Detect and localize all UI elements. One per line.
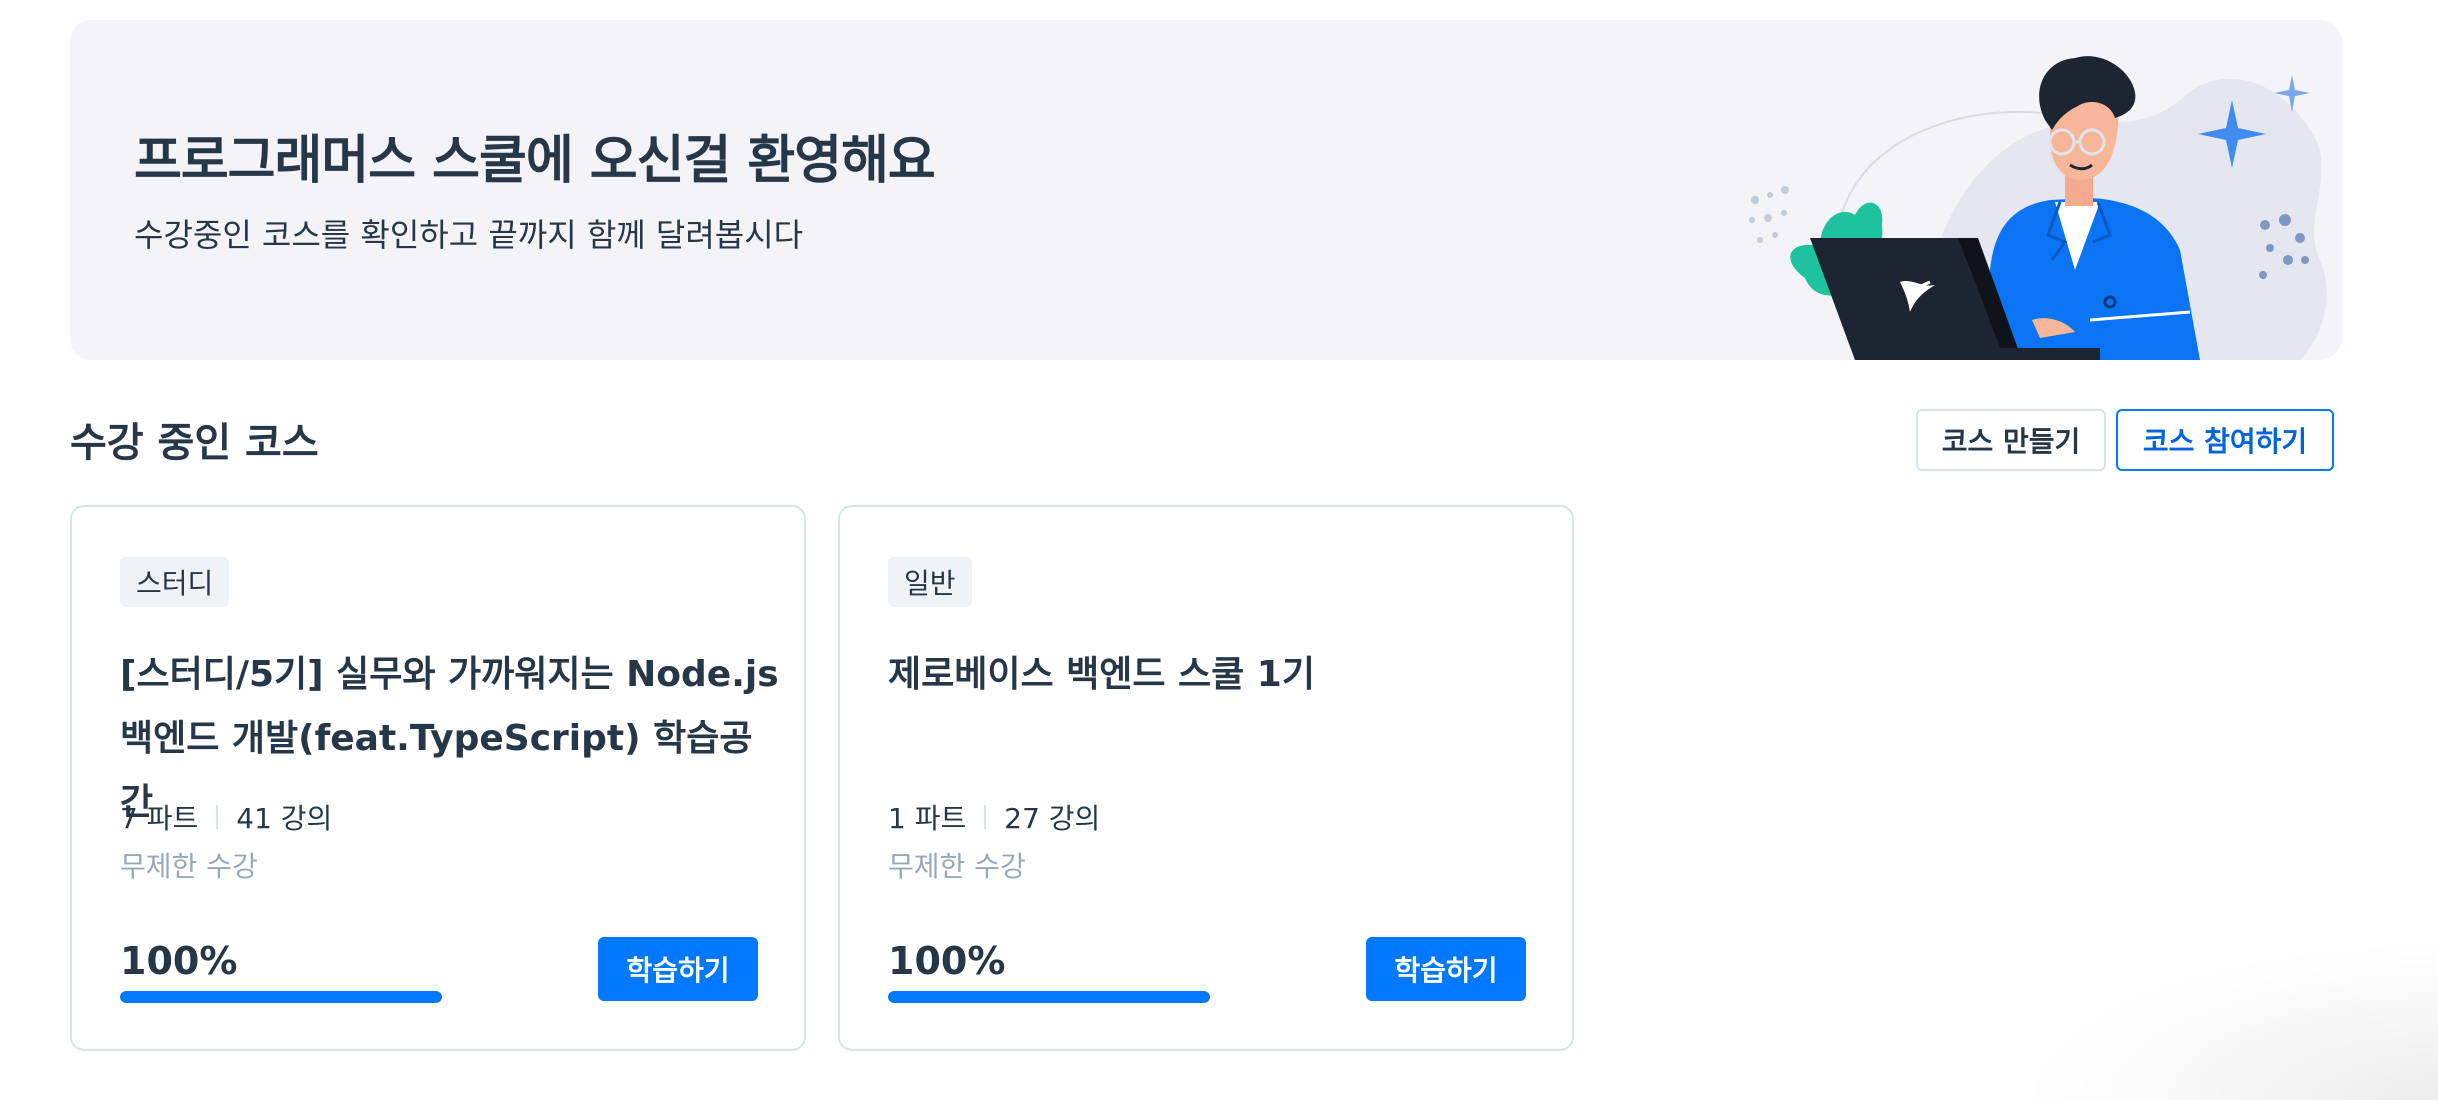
developer-illustration [1749, 56, 2327, 360]
course-tag: 스터디 [120, 557, 230, 607]
meta-divider [216, 805, 219, 829]
lecture-count: 41 강의 [236, 802, 333, 835]
course-meta: 7 파트 41 강의 [120, 797, 332, 837]
study-button[interactable]: 학습하기 [598, 937, 758, 1001]
course-term: 무제한 수강 [120, 850, 258, 883]
study-button[interactable]: 학습하기 [1366, 937, 1526, 1001]
progress-bar [888, 991, 1210, 1003]
join-course-button[interactable]: 코스 참여하기 [2116, 409, 2334, 471]
banner-title: 프로그래머스 스쿨에 오신걸 환영해요 [134, 131, 936, 191]
corner-shadow [2018, 940, 2438, 1100]
progress-percent: 100% [120, 939, 238, 983]
progress-bar [120, 991, 442, 1003]
progress-bar-fill [888, 991, 1210, 1003]
create-course-button[interactable]: 코스 만들기 [1916, 409, 2106, 471]
progress-percent: 100% [888, 939, 1006, 983]
part-count: 7 파트 [120, 802, 199, 835]
course-card[interactable]: 스터디 [스터디/5기] 실무와 가까워지는 Node.js 백엔드 개발(fe… [70, 505, 806, 1051]
course-title[interactable]: 제로베이스 백엔드 스쿨 1기 [888, 643, 1548, 707]
banner-subtitle: 수강중인 코스를 확인하고 끝까지 함께 달려봅시다 [134, 216, 804, 254]
course-meta: 1 파트 27 강의 [888, 797, 1100, 837]
meta-divider [984, 805, 987, 829]
lecture-count: 27 강의 [1004, 802, 1101, 835]
section-title: 수강 중인 코스 [70, 420, 319, 466]
course-card[interactable]: 일반 제로베이스 백엔드 스쿨 1기 1 파트 27 강의 무제한 수강 100… [838, 505, 1574, 1051]
course-tag: 일반 [888, 557, 972, 607]
part-count: 1 파트 [888, 802, 967, 835]
course-term: 무제한 수강 [888, 850, 1026, 883]
welcome-banner: 프로그래머스 스쿨에 오신걸 환영해요 수강중인 코스를 확인하고 끝까지 함께… [70, 20, 2342, 360]
progress-bar-fill [120, 991, 442, 1003]
